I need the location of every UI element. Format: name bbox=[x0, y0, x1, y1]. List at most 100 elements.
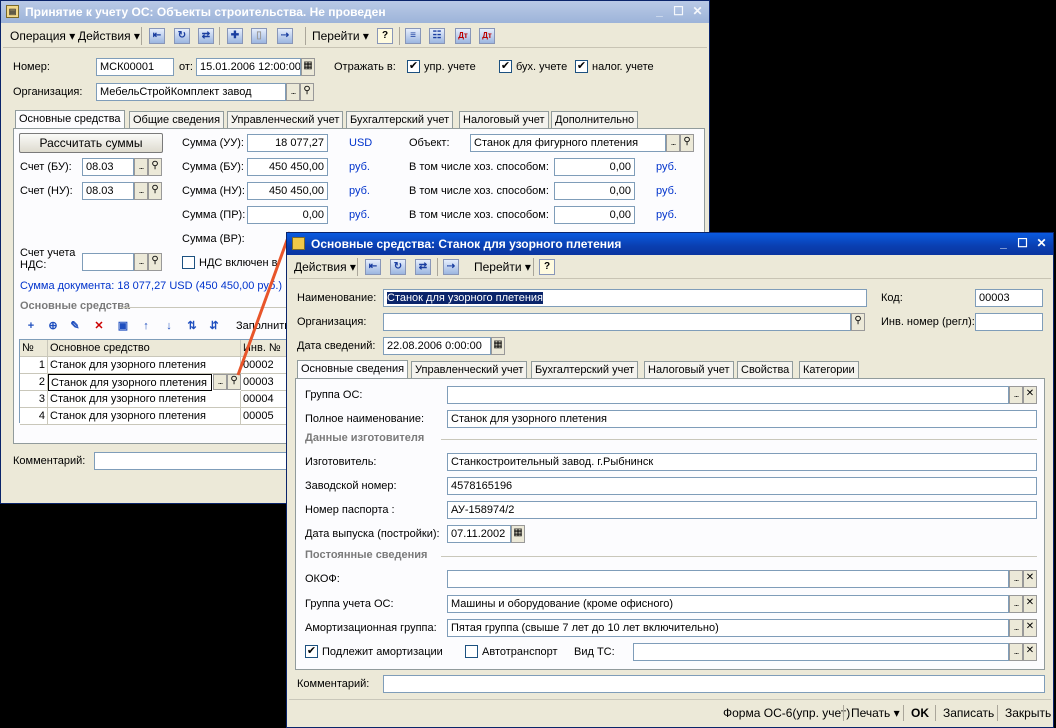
refresh-icon[interactable]: ↻ bbox=[174, 28, 190, 44]
help-icon[interactable]: ? bbox=[377, 28, 393, 44]
clear-icon[interactable]: ✕ bbox=[1023, 570, 1037, 588]
tab-accounting[interactable]: Бухгалтерский учет bbox=[346, 111, 454, 128]
back-arrow-icon[interactable]: ⇤ bbox=[149, 28, 165, 44]
tab-tax[interactable]: Налоговый учет bbox=[644, 361, 734, 378]
goto-menu[interactable]: Перейти ▾ bbox=[309, 27, 372, 45]
hoz-field-1[interactable]: 0,00 bbox=[554, 158, 635, 176]
table-row-inv[interactable]: 00002 bbox=[241, 357, 291, 374]
object-field[interactable]: Станок для фигурного плетения bbox=[470, 134, 666, 152]
sum-pr-field[interactable]: 0,00 bbox=[247, 206, 328, 224]
hoz-field-3[interactable]: 0,00 bbox=[554, 206, 635, 224]
refresh-icon[interactable]: ↻ bbox=[390, 259, 406, 275]
copy-row-icon[interactable]: ⊕ bbox=[44, 317, 62, 335]
acc-nu-field[interactable]: 08.03 bbox=[82, 182, 134, 200]
vehicle-checkbox[interactable] bbox=[465, 645, 478, 658]
tab-management[interactable]: Управленческий учет bbox=[227, 111, 344, 128]
close-button[interactable]: ✕ bbox=[1033, 236, 1050, 251]
select-button[interactable]: ... bbox=[213, 374, 227, 390]
tab-tax[interactable]: Налоговый учет bbox=[459, 111, 549, 128]
dt-kt-icon[interactable]: Дт bbox=[455, 28, 471, 44]
clear-icon[interactable]: ✕ bbox=[1023, 643, 1037, 661]
inv-number-field[interactable] bbox=[975, 313, 1043, 331]
maximize-button[interactable]: ☐ bbox=[1014, 236, 1031, 251]
select-button[interactable]: ... bbox=[134, 253, 148, 271]
tab-additional[interactable]: Дополнительно bbox=[551, 111, 639, 128]
ok-button[interactable]: OK bbox=[907, 703, 933, 723]
help-icon[interactable]: ? bbox=[539, 259, 555, 275]
select-button[interactable]: ... bbox=[1009, 595, 1023, 613]
actions-menu[interactable]: Действия ▾ bbox=[291, 258, 359, 276]
amort-group-field[interactable]: Пятая группа (свыше 7 лет до 10 лет вклю… bbox=[447, 619, 1009, 637]
back-arrow-icon[interactable]: ⇤ bbox=[365, 259, 381, 275]
unpost-icon[interactable]: ▯ bbox=[251, 28, 267, 44]
group-field[interactable] bbox=[447, 386, 1009, 404]
sum-uu-field[interactable]: 18 077,27 bbox=[247, 134, 328, 152]
passport-field[interactable]: АУ-158974/2 bbox=[447, 501, 1037, 519]
tab-fixed-assets[interactable]: Основные средства bbox=[15, 110, 125, 129]
buh-checkbox[interactable]: ✔ bbox=[499, 60, 512, 73]
table-row-asset[interactable]: Станок для узорного плетения bbox=[48, 374, 212, 391]
calendar-icon[interactable]: ▦ bbox=[491, 337, 505, 355]
maximize-button[interactable]: ☐ bbox=[670, 4, 687, 19]
select-button[interactable]: ... bbox=[286, 83, 300, 101]
save-button[interactable]: Записать bbox=[939, 703, 998, 723]
search-icon[interactable]: ⚲ bbox=[148, 158, 162, 176]
tab-main-info[interactable]: Основные сведения bbox=[297, 360, 409, 379]
code-field[interactable]: 00003 bbox=[975, 289, 1043, 307]
close-window-button[interactable]: Закрыть bbox=[1001, 703, 1053, 723]
actions-menu[interactable]: Действия ▾ bbox=[75, 27, 143, 45]
clear-icon[interactable]: ✕ bbox=[1023, 386, 1037, 404]
clear-icon[interactable]: ✕ bbox=[1023, 619, 1037, 637]
sort-desc-icon[interactable]: ⇵ bbox=[205, 317, 223, 335]
sum-bu-field[interactable]: 450 450,00 bbox=[247, 158, 328, 176]
edit-row-icon[interactable]: ✎ bbox=[66, 317, 84, 335]
search-icon[interactable]: ⚲ bbox=[148, 182, 162, 200]
table-row-inv[interactable]: 00004 bbox=[241, 391, 291, 408]
table-row-inv[interactable]: 00003 bbox=[241, 374, 291, 391]
comment-field[interactable] bbox=[94, 452, 294, 470]
calendar-icon[interactable]: ▦ bbox=[301, 58, 315, 76]
table-row-num[interactable]: 1 bbox=[20, 357, 48, 374]
hoz-field-2[interactable]: 0,00 bbox=[554, 182, 635, 200]
tab-properties[interactable]: Свойства bbox=[737, 361, 794, 378]
comment-field[interactable] bbox=[383, 675, 1045, 693]
search-icon[interactable]: ⚲ bbox=[227, 374, 241, 390]
operation-menu[interactable]: Операция ▾ bbox=[7, 27, 78, 45]
sort-asc-icon[interactable]: ⇅ bbox=[183, 317, 201, 335]
move-up-icon[interactable]: ↑ bbox=[137, 317, 155, 335]
clear-icon[interactable]: ✕ bbox=[1023, 595, 1037, 613]
table-row-asset[interactable]: Станок для узорного плетения bbox=[48, 391, 241, 408]
move-down-icon[interactable]: ↓ bbox=[160, 317, 178, 335]
select-button[interactable]: ... bbox=[1009, 643, 1023, 661]
list-icon[interactable]: ☷ bbox=[429, 28, 445, 44]
select-button[interactable]: ... bbox=[1009, 570, 1023, 588]
table-row-num[interactable]: 4 bbox=[20, 408, 48, 425]
search-icon[interactable]: ⚲ bbox=[851, 313, 865, 331]
number-field[interactable]: МСК00001 bbox=[96, 58, 174, 76]
tab-general[interactable]: Общие сведения bbox=[129, 111, 225, 128]
date-field[interactable]: 22.08.2006 0:00:00 bbox=[383, 337, 491, 355]
select-button[interactable]: ... bbox=[666, 134, 680, 152]
date-field[interactable]: 15.01.2006 12:00:00 bbox=[196, 58, 301, 76]
sync-icon[interactable]: ⇄ bbox=[198, 28, 214, 44]
fullname-field[interactable]: Станок для узорного плетения bbox=[447, 410, 1037, 428]
form-os6-button[interactable]: Форма ОС-6(упр. учет) bbox=[719, 703, 854, 723]
add-row-icon[interactable]: + bbox=[22, 317, 40, 335]
based-on-icon[interactable]: ⇢ bbox=[277, 28, 293, 44]
table-row-num[interactable]: 3 bbox=[20, 391, 48, 408]
serial-field[interactable]: 4578165196 bbox=[447, 477, 1037, 495]
search-icon[interactable]: ⚲ bbox=[680, 134, 694, 152]
org-field[interactable]: МебельСтройКомплект завод bbox=[96, 83, 286, 101]
select-button[interactable]: ... bbox=[134, 158, 148, 176]
tab-categories[interactable]: Категории bbox=[799, 361, 859, 378]
calc-sums-button[interactable]: Рассчитать суммы bbox=[19, 133, 163, 153]
maker-field[interactable]: Станкостроительный завод. г.Рыбнинск bbox=[447, 453, 1037, 471]
table-row-inv[interactable]: 00005 bbox=[241, 408, 291, 425]
okof-field[interactable] bbox=[447, 570, 1009, 588]
sync-icon[interactable]: ⇄ bbox=[415, 259, 431, 275]
select-button[interactable]: ... bbox=[1009, 619, 1023, 637]
tab-accounting[interactable]: Бухгалтерский учет bbox=[531, 361, 639, 378]
end-edit-icon[interactable]: ▣ bbox=[114, 317, 132, 335]
fill-button[interactable]: Заполнить bbox=[236, 320, 290, 332]
upr-checkbox[interactable]: ✔ bbox=[407, 60, 420, 73]
